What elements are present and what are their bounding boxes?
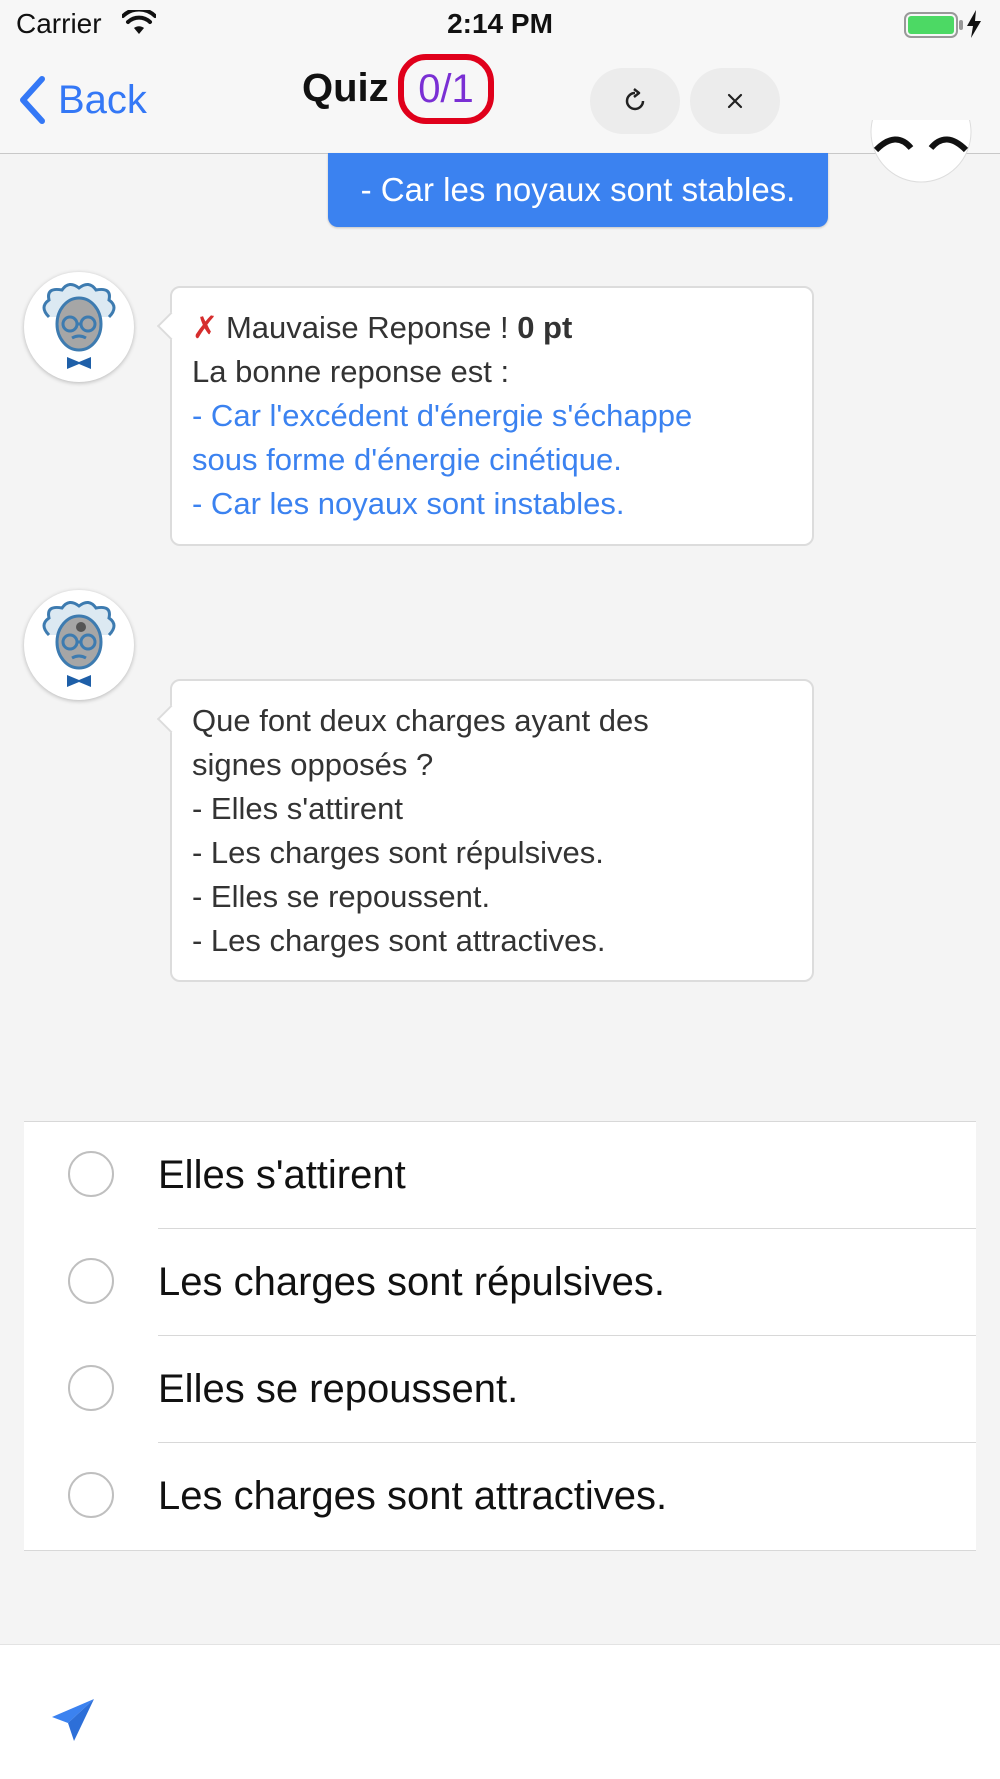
question-line: Que font deux charges ayant des bbox=[192, 703, 649, 738]
battery-icon bbox=[904, 12, 963, 38]
question-line: - Les charges sont répulsives. bbox=[192, 835, 604, 870]
answer-option-label: Elles s'attirent bbox=[158, 1153, 406, 1197]
correct-answer-line: - Car les noyaux sont instables. bbox=[192, 486, 625, 521]
feedback-points: 0 pt bbox=[517, 310, 573, 345]
status-bar: Carrier 2:14 PM bbox=[0, 0, 1000, 50]
correct-answer-line: sous forme d'énergie cinétique. bbox=[192, 442, 622, 477]
feedback-bubble: ✗ Mauvaise Reponse ! 0 pt La bonne repons… bbox=[156, 286, 814, 546]
user-avatar bbox=[866, 120, 976, 196]
radio-button[interactable] bbox=[68, 1365, 114, 1411]
answer-options-list: Elles s'attirent Les charges sont répuls… bbox=[24, 1121, 976, 1551]
answer-option[interactable]: Elles s'attirent bbox=[24, 1122, 976, 1229]
bottom-input-bar bbox=[0, 1644, 1000, 1779]
question-line: signes opposés ? bbox=[192, 747, 434, 782]
correct-answer-line: - Car l'excédent d'énergie s'échappe bbox=[192, 398, 693, 433]
feedback-verdict-line: ✗ Mauvaise Reponse ! 0 pt bbox=[192, 306, 792, 350]
radio-button[interactable] bbox=[68, 1472, 114, 1518]
charging-icon bbox=[967, 10, 981, 38]
send-icon bbox=[52, 1699, 94, 1741]
radio-button[interactable] bbox=[68, 1151, 114, 1197]
nav-bar: Back Quiz 0/1 bbox=[0, 50, 1000, 154]
score-value: 0/1 bbox=[418, 66, 474, 111]
close-button[interactable] bbox=[690, 68, 780, 134]
user-message-text: - Car les noyaux sont stables. bbox=[360, 171, 796, 208]
back-label: Back bbox=[58, 77, 147, 122]
question-line: - Elles se repoussent. bbox=[192, 879, 491, 914]
radio-button[interactable] bbox=[68, 1258, 114, 1304]
refresh-button[interactable] bbox=[590, 68, 680, 134]
professor-icon bbox=[42, 601, 116, 687]
answer-option-label: Les charges sont attractives. bbox=[158, 1474, 668, 1518]
answer-option[interactable]: Les charges sont attractives. bbox=[24, 1443, 976, 1550]
answer-option-label: Elles se repoussent. bbox=[158, 1367, 519, 1411]
question-bubble: Que font deux charges ayant des signes o… bbox=[156, 679, 814, 982]
clock: 2:14 PM bbox=[447, 8, 553, 39]
bot-avatar bbox=[24, 272, 134, 382]
cross-mark-icon: ✗ bbox=[192, 310, 218, 345]
answer-option[interactable]: Les charges sont répulsives. bbox=[24, 1229, 976, 1336]
close-icon bbox=[727, 93, 743, 109]
question-line: - Elles s'attirent bbox=[192, 791, 403, 826]
answer-option-label: Les charges sont répulsives. bbox=[158, 1260, 665, 1304]
refresh-icon bbox=[625, 88, 645, 111]
page-title: Quiz bbox=[302, 66, 389, 110]
feedback-intro: La bonne reponse est : bbox=[192, 354, 510, 389]
score-badge: 0/1 bbox=[398, 54, 494, 124]
answer-option[interactable]: Elles se repoussent. bbox=[24, 1336, 976, 1443]
user-message-bubble: - Car les noyaux sont stables. bbox=[328, 153, 828, 227]
question-line: - Les charges sont attractives. bbox=[192, 923, 606, 958]
feedback-verdict: Mauvaise Reponse ! bbox=[225, 310, 518, 345]
bot-avatar bbox=[24, 590, 134, 700]
professor-icon bbox=[42, 283, 116, 369]
send-button[interactable] bbox=[48, 1695, 98, 1745]
chevron-left-icon bbox=[20, 76, 45, 124]
back-button[interactable]: Back bbox=[18, 72, 147, 128]
